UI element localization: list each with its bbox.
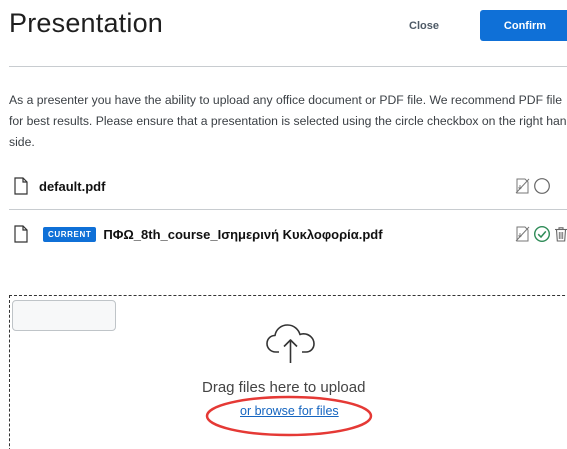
file-icon: [14, 225, 28, 243]
page-title: Presentation: [9, 8, 163, 38]
presentation-upload-modal: Presentation Close Confirm As a presente…: [0, 0, 567, 449]
file-row: CURRENT ΠΦΩ_8th_course_Ισημερινή Κυκλοφο…: [9, 216, 567, 252]
file-icon: [14, 177, 28, 195]
confirm-button[interactable]: Confirm: [480, 10, 567, 41]
upload-instructions: As a presenter you have the ability to u…: [9, 93, 567, 149]
dropzone-button[interactable]: [12, 300, 116, 331]
browse-files-link[interactable]: or browse for files: [240, 404, 339, 418]
trash-icon[interactable]: [552, 225, 567, 243]
header-divider: [9, 66, 567, 67]
current-badge: CURRENT: [43, 226, 97, 242]
download-disabled-icon[interactable]: [514, 225, 532, 243]
cloud-upload-icon: [266, 324, 315, 363]
close-button[interactable]: Close: [402, 12, 446, 40]
file-name: default.pdf: [39, 178, 106, 194]
select-circle-icon[interactable]: [533, 177, 551, 195]
file-row-divider: [9, 209, 567, 210]
dropzone-instructions: Drag files here to upload: [202, 379, 366, 396]
download-disabled-icon[interactable]: [514, 177, 532, 195]
check-circle-icon[interactable]: [533, 225, 551, 243]
file-name: ΠΦΩ_8th_course_Ισημερινή Κυκλοφορία.pdf: [103, 226, 383, 242]
file-row: default.pdf: [9, 168, 567, 204]
